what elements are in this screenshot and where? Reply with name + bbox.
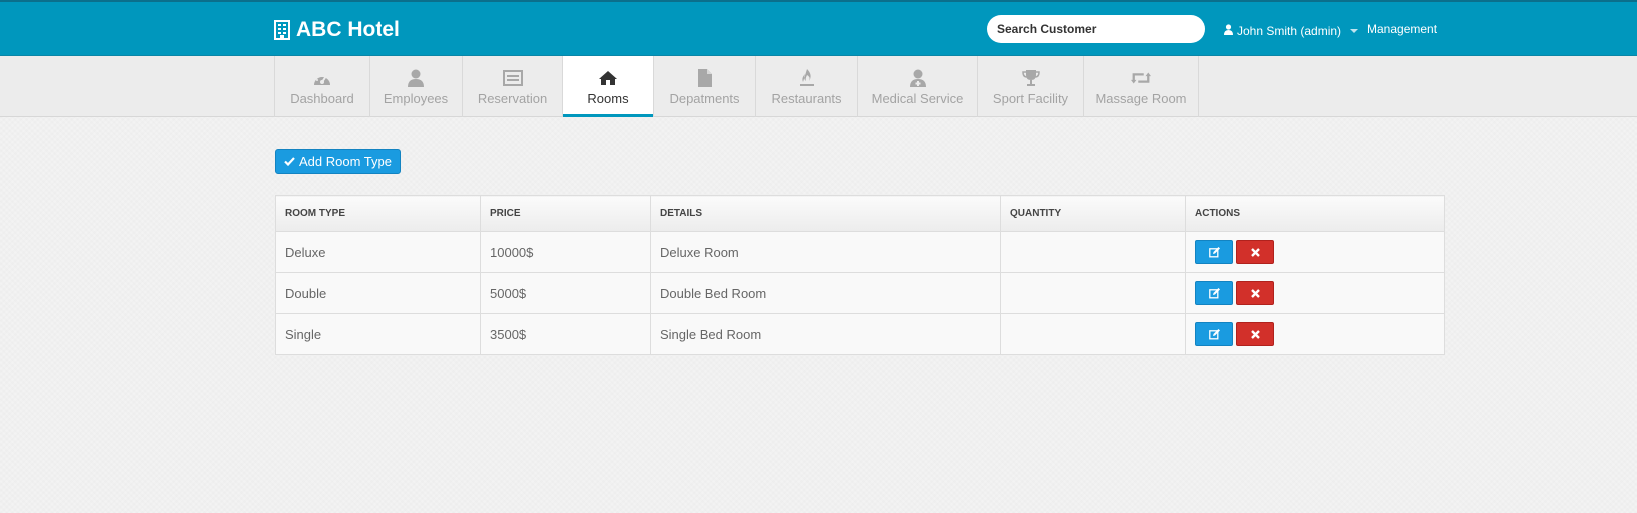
details-cell: Deluxe Room <box>650 231 1001 273</box>
tab-label: Reservation <box>477 91 548 106</box>
retweet-icon <box>1131 68 1151 88</box>
top-bar: ABC Hotel John Smith (admin) Management <box>0 0 1637 56</box>
user-name: John Smith (admin) <box>1237 24 1342 38</box>
nav-bar: Dashboard Employees Reservation Rooms De… <box>0 56 1637 117</box>
management-link[interactable]: Management <box>1367 22 1437 40</box>
close-icon <box>1250 329 1260 339</box>
brand[interactable]: ABC Hotel <box>274 15 400 45</box>
room-type-cell: Single <box>275 313 481 355</box>
edit-icon <box>1208 328 1220 339</box>
actions-cell <box>1185 313 1445 355</box>
edit-button[interactable] <box>1195 322 1233 346</box>
quantity-cell <box>1000 272 1186 314</box>
edit-icon <box>1208 287 1220 298</box>
table-row: Deluxe 10000$ Deluxe Room <box>275 231 1445 273</box>
user-menu[interactable]: John Smith (admin) <box>1224 22 1359 40</box>
actions-cell <box>1185 272 1445 314</box>
nav-tabs: Dashboard Employees Reservation Rooms De… <box>274 56 1199 117</box>
rooms-table: ROOM TYPE PRICE DETAILS QUANTITY ACTIONS… <box>275 195 1445 355</box>
room-type-cell: Double <box>275 272 481 314</box>
tab-reservation[interactable]: Reservation <box>462 56 562 117</box>
quantity-cell <box>1000 313 1186 355</box>
tab-label: Employees <box>383 91 449 106</box>
brand-name: ABC Hotel <box>296 18 400 41</box>
column-header: ROOM TYPE <box>275 195 481 232</box>
edit-button[interactable] <box>1195 240 1233 264</box>
column-header: QUANTITY <box>1000 195 1186 232</box>
tab-label: Massage Room <box>1095 91 1187 106</box>
column-header: PRICE <box>480 195 651 232</box>
tab-sport-facility[interactable]: Sport Facility <box>977 56 1083 117</box>
tab-depatments[interactable]: Depatments <box>653 56 755 117</box>
document-icon <box>695 68 715 88</box>
delete-button[interactable] <box>1236 240 1274 264</box>
trophy-icon <box>1021 68 1041 88</box>
edit-icon <box>1208 246 1220 257</box>
tab-label: Dashboard <box>290 91 354 106</box>
search-customer-input[interactable] <box>987 15 1205 43</box>
close-icon <box>1250 288 1260 298</box>
price-cell: 3500$ <box>480 313 651 355</box>
home-icon <box>598 68 618 88</box>
edit-button[interactable] <box>1195 281 1233 305</box>
tab-medical-service[interactable]: Medical Service <box>857 56 977 117</box>
user-icon <box>406 68 426 88</box>
dashboard-icon <box>312 68 332 88</box>
actions-cell <box>1185 231 1445 273</box>
tab-label: Restaurants <box>771 91 842 106</box>
delete-button[interactable] <box>1236 322 1274 346</box>
details-cell: Single Bed Room <box>650 313 1001 355</box>
tab-restaurants[interactable]: Restaurants <box>755 56 857 117</box>
table-header-row: ROOM TYPE PRICE DETAILS QUANTITY ACTIONS <box>275 195 1445 232</box>
quantity-cell <box>1000 231 1186 273</box>
doctor-icon <box>908 68 928 88</box>
table-row: Double 5000$ Double Bed Room <box>275 272 1445 314</box>
check-icon <box>284 154 295 169</box>
price-cell: 10000$ <box>480 231 651 273</box>
table-row: Single 3500$ Single Bed Room <box>275 313 1445 355</box>
column-header: ACTIONS <box>1185 195 1445 232</box>
tab-dashboard[interactable]: Dashboard <box>274 56 369 117</box>
tab-label: Medical Service <box>871 91 964 106</box>
fire-icon <box>797 68 817 88</box>
close-icon <box>1250 247 1260 257</box>
tab-label: Depatments <box>669 91 740 106</box>
add-room-type-label: Add Room Type <box>299 154 392 169</box>
tab-rooms[interactable]: Rooms <box>562 56 653 117</box>
tab-label: Rooms <box>587 91 629 106</box>
tab-massage-room[interactable]: Massage Room <box>1083 56 1199 117</box>
room-type-cell: Deluxe <box>275 231 481 273</box>
user-icon <box>1224 24 1233 38</box>
price-cell: 5000$ <box>480 272 651 314</box>
column-header: DETAILS <box>650 195 1001 232</box>
add-room-type-button[interactable]: Add Room Type <box>275 149 401 174</box>
list-card-icon <box>502 68 523 88</box>
chevron-down-icon <box>1350 29 1359 33</box>
tab-label: Sport Facility <box>992 91 1069 106</box>
building-icon <box>274 20 290 40</box>
tab-employees[interactable]: Employees <box>369 56 462 117</box>
delete-button[interactable] <box>1236 281 1274 305</box>
details-cell: Double Bed Room <box>650 272 1001 314</box>
